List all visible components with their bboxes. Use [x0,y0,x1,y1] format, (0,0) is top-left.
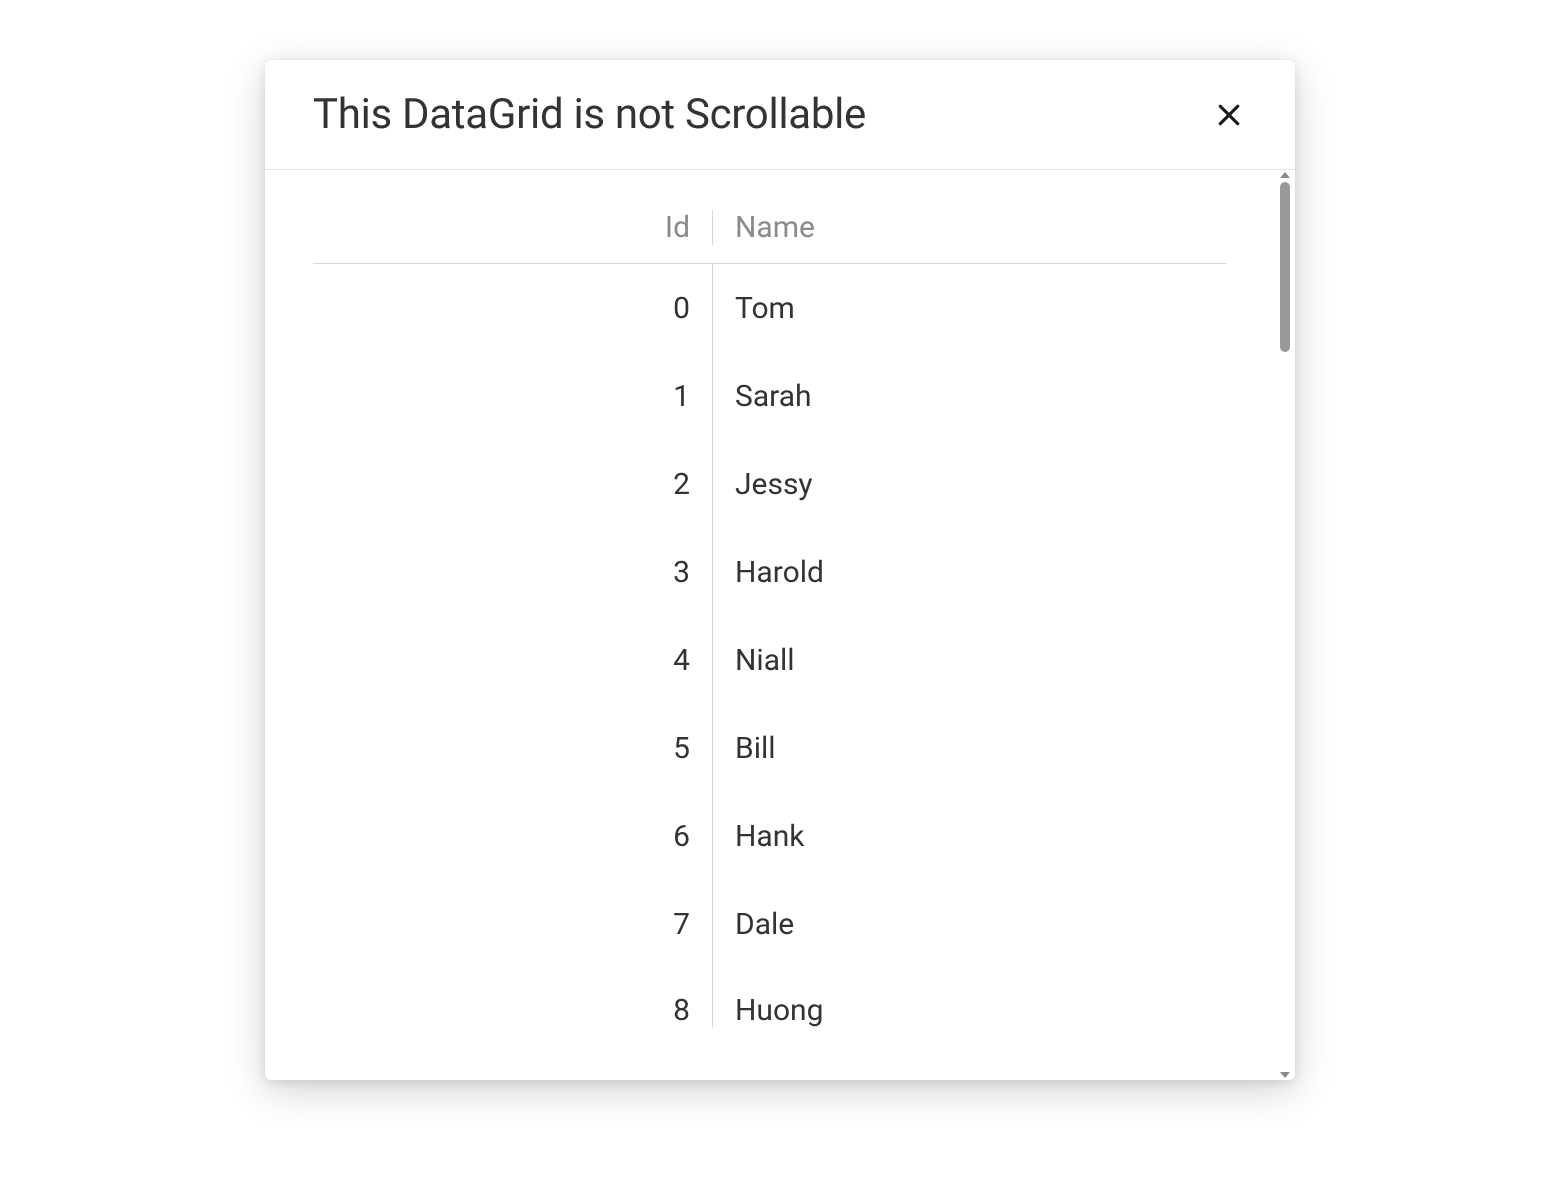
dialog-body: Id Name 0Tom1Sarah2Jessy3Harold4Niall5Bi… [265,170,1295,1080]
cell-name: Huong [713,993,1227,1028]
cell-name: Hank [713,819,1227,854]
table-row[interactable]: 7Dale [313,880,1227,968]
cell-id: 0 [313,264,713,352]
cell-name: Sarah [713,379,1227,414]
table-row[interactable]: 5Bill [313,704,1227,792]
cell-id: 1 [313,352,713,440]
cell-name: Jessy [713,467,1227,502]
cell-name: Niall [713,643,1227,678]
close-icon [1214,100,1244,130]
scroll-up-icon[interactable] [1280,172,1290,178]
cell-name: Bill [713,731,1227,766]
cell-id: 7 [313,880,713,968]
close-button[interactable] [1208,94,1250,136]
cell-id: 6 [313,792,713,880]
data-grid: Id Name 0Tom1Sarah2Jessy3Harold4Niall5Bi… [313,210,1227,1028]
table-row[interactable]: 8Huong [313,968,1227,1028]
table-row[interactable]: 4Niall [313,616,1227,704]
table-row[interactable]: 6Hank [313,792,1227,880]
content-area: Id Name 0Tom1Sarah2Jessy3Harold4Niall5Bi… [265,170,1275,1080]
grid-body: 0Tom1Sarah2Jessy3Harold4Niall5Bill6Hank7… [313,264,1227,1028]
cell-name: Dale [713,907,1227,942]
cell-id: 5 [313,704,713,792]
table-row[interactable]: 0Tom [313,264,1227,352]
scroll-thumb[interactable] [1280,182,1290,352]
cell-name: Tom [713,291,1227,326]
table-row[interactable]: 3Harold [313,528,1227,616]
cell-id: 4 [313,616,713,704]
dialog: This DataGrid is not Scrollable Id Name … [265,60,1295,1080]
column-header-name[interactable]: Name [713,210,1227,245]
dialog-header: This DataGrid is not Scrollable [265,60,1295,170]
cell-id: 3 [313,528,713,616]
table-row[interactable]: 1Sarah [313,352,1227,440]
scrollbar[interactable] [1275,170,1295,1080]
cell-id: 8 [313,968,713,1028]
cell-id: 2 [313,440,713,528]
cell-name: Harold [713,555,1227,590]
column-header-id[interactable]: Id [313,210,713,245]
table-row[interactable]: 2Jessy [313,440,1227,528]
grid-header-row: Id Name [313,210,1227,264]
dialog-title: This DataGrid is not Scrollable [313,90,866,139]
scroll-down-icon[interactable] [1280,1072,1290,1078]
